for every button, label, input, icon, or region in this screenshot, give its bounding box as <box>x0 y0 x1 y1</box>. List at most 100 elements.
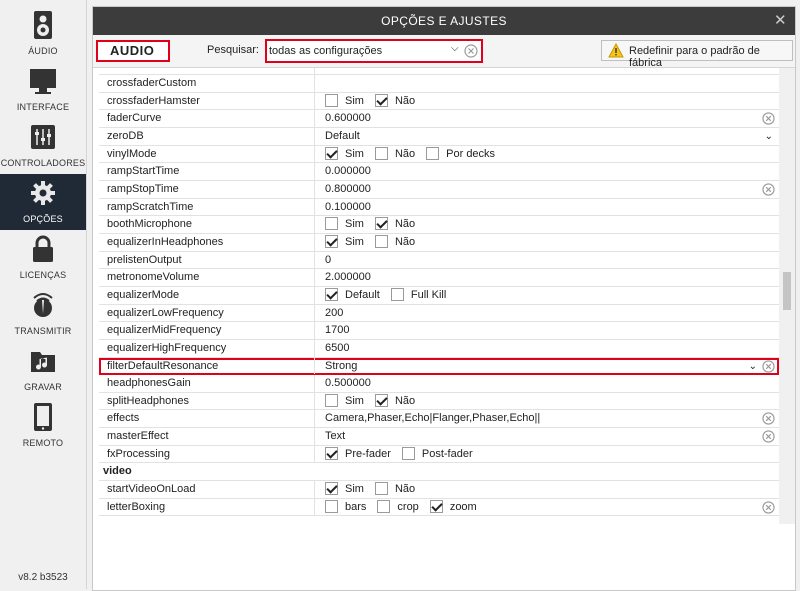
checkbox-label: Não <box>394 94 416 107</box>
setting-options: Sim Não <box>325 481 426 498</box>
sidebar-item-label: GRAVAR <box>24 382 62 392</box>
setting-value-input[interactable]: 0.000000 <box>325 163 371 180</box>
table-row: vinylMode Sim Não Por decks <box>99 145 779 164</box>
sidebar-item-controladores[interactable]: CONTROLADORES <box>0 118 86 174</box>
setting-name: zeroDB <box>99 127 315 145</box>
setting-name: splitHeadphones <box>99 392 315 410</box>
setting-options: Sim Não <box>325 393 426 410</box>
checkbox[interactable] <box>426 146 440 160</box>
checkbox[interactable] <box>374 93 388 107</box>
vertical-scrollbar[interactable] <box>779 68 795 524</box>
scrollbar-thumb[interactable] <box>783 272 791 310</box>
checkbox-label: zoom <box>449 500 477 513</box>
checkbox-label: Default <box>345 288 380 301</box>
setting-options: bars crop zoom <box>325 499 488 516</box>
table-row: startVideoOnLoad Sim Não <box>99 481 779 499</box>
sidebar-item-transmitir[interactable]: TRANSMITIR <box>0 286 86 342</box>
checkbox[interactable] <box>325 482 338 496</box>
checkbox[interactable] <box>374 393 388 407</box>
checkbox[interactable] <box>325 446 338 460</box>
sidebar-item-remoto[interactable]: REMOTO <box>0 398 86 454</box>
setting-value-input[interactable]: 0.100000 <box>325 199 371 216</box>
toolbar: AUDIO Pesquisar: todas as configurações … <box>93 35 795 69</box>
checkbox[interactable] <box>429 499 443 513</box>
clear-icon[interactable] <box>762 501 775 517</box>
checkbox[interactable] <box>325 146 338 160</box>
checkbox[interactable] <box>325 287 338 301</box>
tablet-icon <box>29 402 57 432</box>
checkbox[interactable] <box>377 499 391 513</box>
setting-name: crossfaderCustom <box>99 75 315 92</box>
checkbox[interactable] <box>325 393 338 407</box>
lock-icon <box>29 234 57 264</box>
table-row: metronomeVolume 2.000000 <box>99 269 779 287</box>
search-dropdown[interactable]: todas as configurações ⌵ <box>265 39 483 63</box>
close-button[interactable]: ✕ <box>774 7 787 35</box>
setting-name: crossfaderHamster <box>99 92 315 110</box>
setting-value-input[interactable]: 0.600000 <box>325 110 371 127</box>
checkbox[interactable] <box>374 482 388 496</box>
sidebar-item-licenças[interactable]: LICENÇAS <box>0 230 86 286</box>
sidebar-item-gravar[interactable]: GRAVAR <box>0 342 86 398</box>
checkbox[interactable] <box>401 446 415 460</box>
checkbox[interactable] <box>374 146 388 160</box>
checkbox-label: Post-fader <box>421 447 473 460</box>
setting-value-input[interactable]: 0 <box>325 252 331 269</box>
setting-name: equalizerMode <box>99 286 315 304</box>
setting-options: Default Full Kill <box>325 287 457 304</box>
setting-value-input[interactable]: 1700 <box>325 322 349 339</box>
sidebar-item-opções[interactable]: OPÇÕES <box>0 174 86 230</box>
setting-name: masterEffect <box>99 428 315 445</box>
reset-defaults-button[interactable]: Redefinir para o padrão de fábrica <box>601 40 793 69</box>
checkbox[interactable] <box>374 217 388 231</box>
clear-icon[interactable] <box>762 412 775 428</box>
setting-value-input[interactable]: 6500 <box>325 340 349 357</box>
clear-icon[interactable] <box>762 183 775 199</box>
checkbox[interactable] <box>325 234 338 248</box>
table-row: rampScratchTime 0.100000 <box>99 198 779 217</box>
checkbox[interactable] <box>325 93 338 107</box>
setting-name: boothMicrophone <box>99 216 315 233</box>
section-title: video <box>103 465 132 478</box>
checkbox[interactable] <box>325 499 338 513</box>
clear-icon[interactable] <box>762 112 775 128</box>
setting-options: Pre-fader Post-fader <box>325 446 484 463</box>
chevron-down-icon[interactable]: ⌄ <box>765 128 773 145</box>
table-row: equalizerMode Default Full Kill <box>99 286 779 305</box>
warning-icon <box>608 42 624 61</box>
setting-dropdown[interactable]: Strong <box>325 358 357 375</box>
setting-value-input[interactable]: Text <box>325 428 345 445</box>
sidebar: ÁUDIO INTERFACE CONTROLADORES OPÇÕES LICENÇA… <box>0 0 87 589</box>
clear-icon[interactable] <box>762 359 775 376</box>
checkbox[interactable] <box>325 217 338 231</box>
setting-dropdown[interactable]: Default <box>325 128 360 145</box>
sidebar-item-áudio[interactable]: ÁUDIO <box>0 6 86 62</box>
setting-name: prelistenOutput <box>99 251 315 269</box>
settings-table: crossfaderCustom crossfaderHamster Sim Não f… <box>99 68 779 524</box>
chevron-down-icon[interactable]: ⌄ <box>749 358 757 375</box>
sidebar-item-label: TRANSMITIR <box>14 326 72 336</box>
setting-name: equalizerInHeadphones <box>99 233 315 251</box>
checkbox[interactable] <box>390 287 404 301</box>
table-row: prelistenOutput 0 <box>99 251 779 270</box>
setting-value-input[interactable]: 0.500000 <box>325 375 371 392</box>
checkbox-label: bars <box>345 500 367 513</box>
clear-icon[interactable] <box>762 430 775 446</box>
table-row: headphonesGain 0.500000 <box>99 375 779 393</box>
checkbox-label: Pre-fader <box>345 447 391 460</box>
clear-icon[interactable] <box>464 44 478 61</box>
setting-value-input[interactable]: Camera,Phaser,Echo|Flanger,Phaser,Echo|| <box>325 410 540 427</box>
checkbox-label: crop <box>397 500 419 513</box>
chevron-down-icon[interactable]: ⌵ <box>451 43 459 54</box>
setting-name: faderCurve <box>99 110 315 127</box>
sidebar-item-interface[interactable]: INTERFACE <box>0 62 86 118</box>
table-row: faderCurve 0.600000 <box>99 110 779 128</box>
setting-value-input[interactable]: 200 <box>325 305 343 322</box>
setting-value-input[interactable]: 0.800000 <box>325 181 371 198</box>
reset-defaults-label: Redefinir para o padrão de fábrica <box>629 45 760 69</box>
checkbox[interactable] <box>374 234 388 248</box>
setting-name: vinylMode <box>99 145 315 163</box>
table-row: filterDefaultResonance Strong ⌄ <box>99 357 779 376</box>
setting-value-input[interactable]: 2.000000 <box>325 269 371 286</box>
sidebar-item-label: LICENÇAS <box>19 270 67 280</box>
